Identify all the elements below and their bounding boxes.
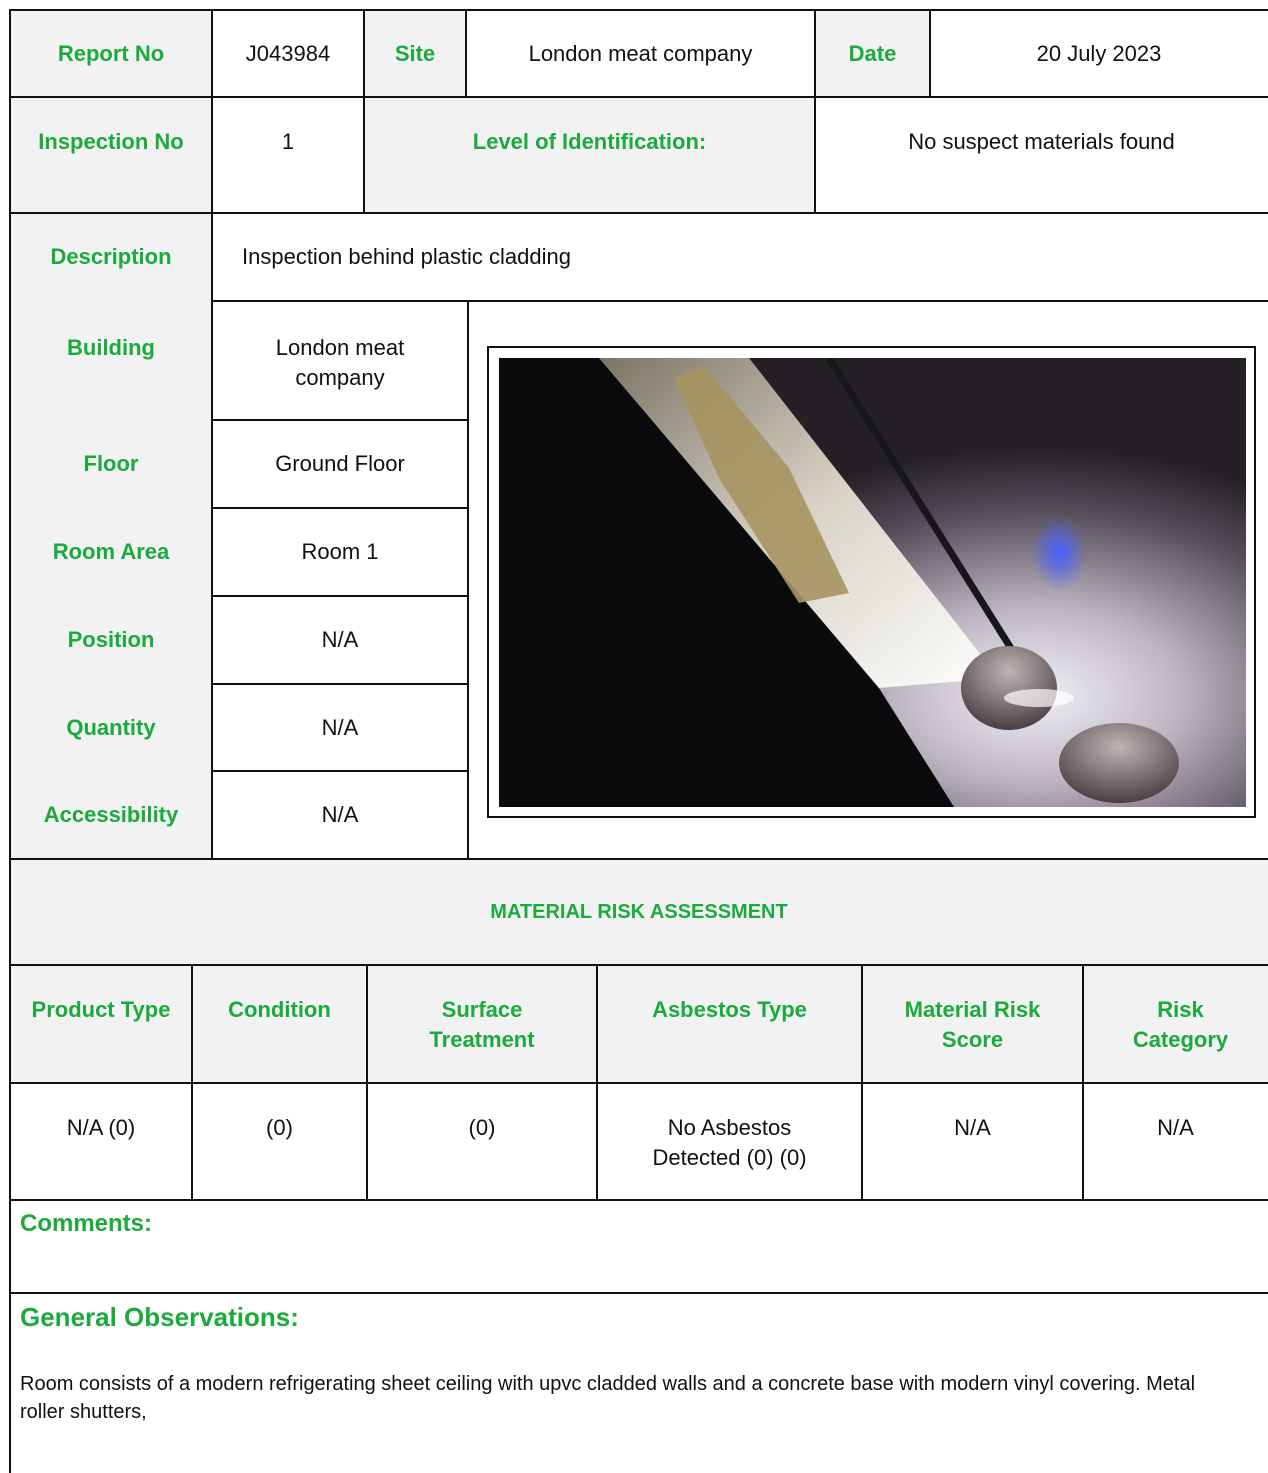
position-value: N/A [212,596,468,684]
inspection-no-value: 1 [212,97,364,213]
inspection-no-label: Inspection No [10,97,212,213]
mra-value-asbestos-type: No Asbestos Detected (0) (0) [597,1083,862,1200]
inspection-photo-frame [487,346,1256,818]
comments-label: Comments: [20,1210,153,1237]
report-no-value: J043984 [212,10,364,97]
mra-value-product-type: N/A (0) [10,1083,192,1200]
mra-header-condition: Condition [192,965,367,1083]
mra-value-condition: (0) [192,1083,367,1200]
floor-label: Floor [10,420,212,508]
mra-title: MATERIAL RISK ASSESSMENT [10,859,1268,965]
position-label: Position [10,596,212,684]
inspection-photo [499,358,1246,807]
floor-value: Ground Floor [212,420,468,508]
description-label: Description [10,213,212,301]
site-value: London meat company [466,10,815,97]
mra-header-risk-category: Risk Category [1083,965,1268,1083]
building-label: Building [10,301,212,420]
level-of-identification-label: Level of Identification: [364,97,815,213]
accessibility-label: Accessibility [10,771,212,859]
accessibility-value: N/A [212,771,468,859]
mra-header-surface-treatment: Surface Treatment [367,965,597,1083]
building-value: London meat company [212,301,468,420]
level-of-identification-value: No suspect materials found [815,97,1268,213]
site-label: Site [364,10,466,97]
mra-header-asbestos-type: Asbestos Type [597,965,862,1083]
general-observations-text: Room consists of a modern refrigerating … [20,1373,1196,1423]
mra-value-risk-category: N/A [1083,1083,1268,1200]
description-value: Inspection behind plastic cladding [242,244,572,269]
date-label: Date [815,10,930,97]
report-no-label: Report No [10,10,212,97]
quantity-label: Quantity [10,684,212,771]
quantity-value: N/A [212,684,468,771]
room-area-value: Room 1 [212,508,468,596]
general-observations-label: General Observations: [20,1302,299,1332]
room-area-label: Room Area [10,508,212,596]
mra-value-material-risk-score: N/A [862,1083,1083,1200]
date-value: 20 July 2023 [930,10,1268,97]
mra-header-material-risk-score: Material Risk Score [862,965,1083,1083]
mra-value-surface-treatment: (0) [367,1083,597,1200]
mra-header-product-type: Product Type [10,965,192,1083]
